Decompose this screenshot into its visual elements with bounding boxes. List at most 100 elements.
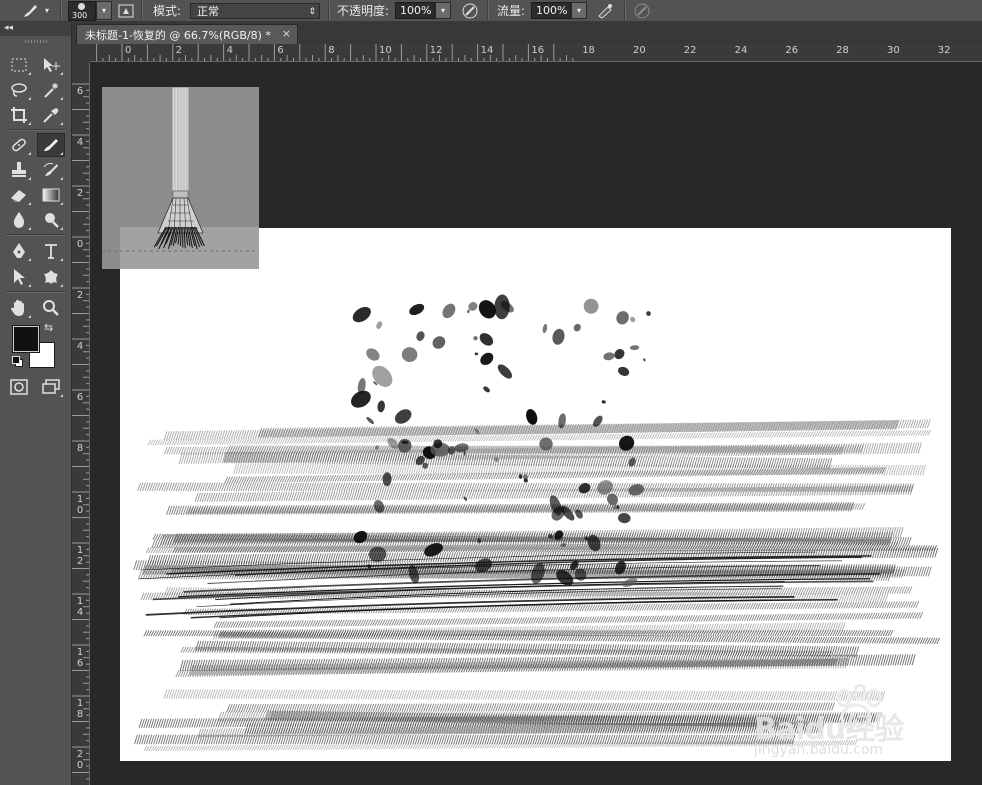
ink-blob bbox=[474, 352, 479, 356]
vertical-ruler-ticks bbox=[72, 83, 89, 780]
zoom-tool[interactable] bbox=[38, 297, 64, 319]
flow-slider-dropdown[interactable]: ▾ bbox=[571, 2, 587, 19]
clone-stamp-tool[interactable] bbox=[6, 159, 32, 181]
crop-tool[interactable] bbox=[6, 104, 32, 126]
swap-colors-icon[interactable]: ⇆ bbox=[44, 321, 53, 334]
magic-wand-tool[interactable] bbox=[38, 79, 64, 101]
ink-blob bbox=[366, 416, 375, 425]
flow-label: 流量: bbox=[497, 4, 526, 18]
ink-blob bbox=[467, 309, 470, 314]
ink-blob bbox=[494, 294, 510, 320]
type-icon bbox=[45, 244, 57, 259]
history-brush-tool[interactable] bbox=[38, 159, 64, 181]
airbrush-icon[interactable] bbox=[595, 2, 615, 19]
ink-blob bbox=[483, 386, 490, 393]
ruler-label: 14 bbox=[480, 45, 494, 56]
ruler-label: 30 bbox=[887, 45, 900, 56]
foreground-color-swatch[interactable] bbox=[13, 326, 39, 352]
ink-blob bbox=[629, 345, 640, 351]
healing-brush-icon bbox=[12, 138, 26, 152]
eyedropper-icon bbox=[43, 108, 59, 123]
flow-control[interactable]: 100% ▾ bbox=[531, 0, 587, 21]
move-tool[interactable] bbox=[38, 54, 64, 76]
bristle-brush-preview-icon bbox=[102, 86, 259, 269]
healing-brush-tool[interactable] bbox=[6, 134, 32, 156]
path-selection-tool[interactable] bbox=[6, 266, 32, 288]
opacity-slider-dropdown[interactable]: ▾ bbox=[435, 2, 451, 19]
select-arrows-icon: ⇕ bbox=[308, 6, 316, 17]
blur-tool[interactable] bbox=[6, 209, 32, 231]
ink-blob bbox=[497, 364, 513, 379]
ruler-label: 6 bbox=[76, 86, 84, 97]
mode-select[interactable]: 正常 ⇕ bbox=[190, 0, 320, 21]
gradient-icon bbox=[42, 188, 60, 202]
ink-blob bbox=[372, 365, 393, 387]
ink-blob bbox=[573, 323, 581, 332]
zoom-icon bbox=[43, 300, 59, 316]
horizontal-ruler[interactable]: 0 2 4 6 8 10 12 14 16 18 20 22 24 26 28 30 32 bbox=[90, 44, 982, 62]
gradient-tool[interactable] bbox=[38, 184, 64, 206]
ink-blob bbox=[473, 336, 478, 341]
baidu-jingyan-watermark: Baidu经验 jingyan.baidu.com bbox=[752, 683, 932, 760]
ink-blob bbox=[592, 415, 603, 427]
collapse-panel-icon[interactable]: ◂◂ bbox=[4, 23, 13, 33]
ruler-label: 2 bbox=[175, 45, 183, 56]
clone-stamp-icon bbox=[12, 162, 26, 177]
ruler-label: 32 bbox=[937, 45, 951, 56]
opacity-control[interactable]: 100% ▾ bbox=[395, 0, 451, 21]
dodge-tool[interactable] bbox=[38, 209, 64, 231]
lasso-tool[interactable] bbox=[6, 79, 32, 101]
ink-blob bbox=[526, 409, 538, 425]
ruler-label: 0 bbox=[76, 239, 84, 250]
ruler-label: 8 bbox=[328, 45, 335, 56]
brush-panel-toggle-icon[interactable] bbox=[116, 2, 136, 19]
ruler-label: 18 bbox=[76, 698, 84, 720]
pressure-opacity-icon[interactable] bbox=[460, 2, 480, 19]
ruler-label: 22 bbox=[683, 45, 697, 56]
type-tool[interactable] bbox=[38, 240, 64, 262]
vertical-ruler[interactable]: 64202468101214161820 bbox=[72, 62, 90, 785]
ruler-origin[interactable] bbox=[72, 44, 90, 62]
ink-blob bbox=[552, 328, 565, 345]
toolbox-grip[interactable] bbox=[25, 40, 47, 43]
eyedropper-tool[interactable] bbox=[38, 104, 64, 126]
marquee-icon bbox=[11, 58, 27, 72]
lasso-icon bbox=[11, 83, 27, 97]
document-workspace[interactable]: Baidu经验 jingyan.baidu.com bbox=[90, 62, 982, 785]
document-canvas[interactable] bbox=[120, 228, 951, 761]
brush-preset-icon[interactable] bbox=[20, 2, 40, 19]
document-tab-title: 未标题-1-恢复的 @ 66.7%(RGB/8) * bbox=[85, 28, 271, 42]
ruler-label: 12 bbox=[76, 545, 84, 567]
pen-tool[interactable] bbox=[6, 240, 32, 262]
path-selection-icon bbox=[14, 269, 25, 285]
ruler-label: 16 bbox=[531, 45, 545, 56]
quick-mask-button[interactable] bbox=[6, 376, 32, 398]
flow-input[interactable]: 100% bbox=[531, 2, 571, 19]
ruler-label: 12 bbox=[429, 45, 443, 56]
ink-blob bbox=[643, 358, 646, 362]
hand-tool[interactable] bbox=[6, 297, 32, 319]
marquee-tool[interactable] bbox=[6, 54, 32, 76]
opacity-input[interactable]: 100% bbox=[395, 2, 435, 19]
brush-size-dropdown[interactable]: ▾ bbox=[96, 1, 112, 20]
ink-blob bbox=[352, 306, 371, 323]
ink-blob bbox=[616, 311, 629, 325]
brush-tool[interactable] bbox=[37, 133, 65, 157]
dodge-icon bbox=[45, 213, 59, 228]
ruler-label: 20 bbox=[76, 749, 84, 771]
ink-blob bbox=[416, 331, 425, 341]
close-tab-icon[interactable]: × bbox=[282, 27, 291, 40]
brush-size-picker[interactable]: 300 ▾ bbox=[68, 0, 112, 21]
default-colors-icon[interactable] bbox=[12, 356, 23, 367]
hatch-stroke bbox=[213, 612, 924, 628]
mode-select-box[interactable]: 正常 ⇕ bbox=[190, 2, 320, 19]
brush-preset-dropdown-icon[interactable]: ▾ bbox=[45, 0, 49, 21]
document-tab[interactable]: 未标题-1-恢复的 @ 66.7%(RGB/8) * × bbox=[76, 24, 298, 44]
screen-mode-button[interactable] bbox=[38, 376, 64, 398]
ruler-label: 20 bbox=[633, 45, 646, 56]
pressure-size-icon[interactable] bbox=[632, 2, 652, 19]
move-icon bbox=[44, 58, 60, 72]
eraser-tool[interactable] bbox=[6, 184, 32, 206]
brush-size-swatch[interactable]: 300 bbox=[68, 0, 96, 21]
custom-shape-tool[interactable] bbox=[38, 266, 64, 288]
